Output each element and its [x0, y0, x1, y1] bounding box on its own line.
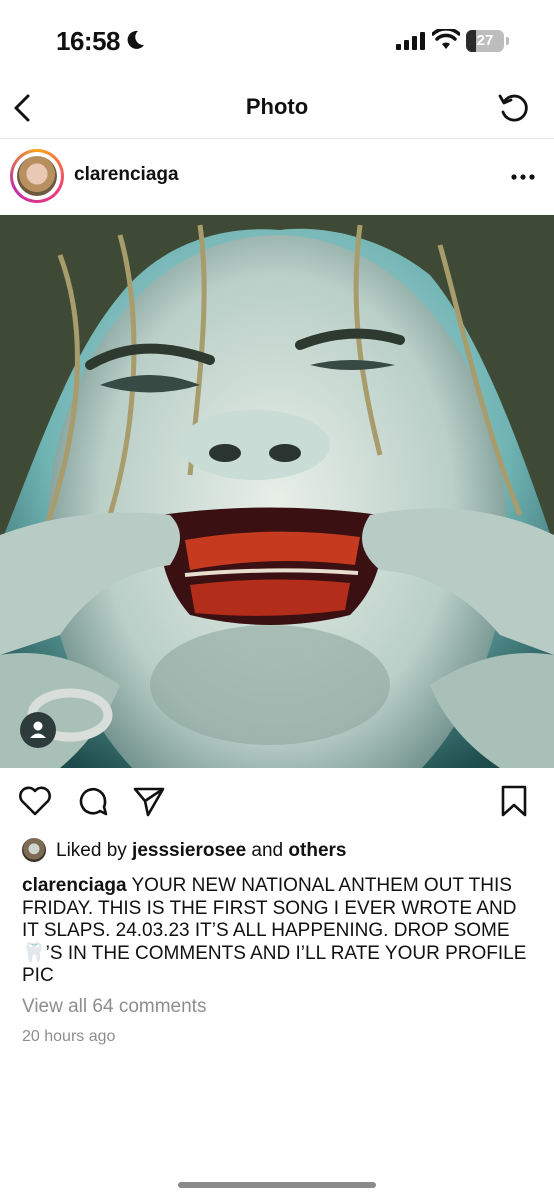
likes-mid: and	[246, 840, 289, 861]
post-header: clarenciaga	[0, 139, 554, 215]
battery-percent: 27	[476, 32, 494, 49]
moon-icon	[127, 30, 144, 49]
bookmark-icon[interactable]	[497, 784, 531, 818]
home-indicator[interactable]	[178, 1182, 376, 1188]
post-timestamp: 20 hours ago	[22, 1028, 116, 1045]
page-title: Photo	[245, 94, 309, 119]
refresh-icon[interactable]	[496, 90, 532, 126]
likes-text: Liked by jesssierosee and others	[56, 840, 346, 862]
status-time: 16:58	[56, 26, 121, 56]
post-actions	[0, 772, 554, 828]
status-bar: 16:58 27	[0, 0, 554, 80]
battery-indicator: 27	[466, 30, 510, 52]
likes-prefix: Liked by	[56, 840, 133, 861]
more-horizontal-icon[interactable]	[510, 173, 536, 181]
person-tag-icon[interactable]	[20, 712, 56, 748]
top-navigation-bar: Photo	[0, 80, 554, 139]
avatar[interactable]	[10, 149, 64, 203]
wifi-icon	[432, 29, 460, 49]
post-username[interactable]: clarenciaga	[74, 164, 179, 186]
heart-icon[interactable]	[18, 784, 52, 818]
liked-by-username[interactable]: jesssierosee	[132, 840, 246, 861]
liker-avatar	[22, 838, 46, 862]
post-caption: clarenciaga YOUR NEW NATIONAL ANTHEM OUT…	[22, 875, 537, 988]
post-photo[interactable]	[0, 215, 554, 768]
send-icon[interactable]	[132, 784, 166, 818]
caption-username[interactable]: clarenciaga	[22, 875, 127, 896]
likes-others[interactable]: others	[288, 840, 346, 861]
comment-icon[interactable]	[76, 784, 110, 818]
cellular-signal-icon	[396, 32, 425, 50]
likes-row[interactable]: Liked by jesssierosee and others	[22, 838, 542, 864]
view-comments-link[interactable]: View all 64 comments	[22, 996, 206, 1018]
